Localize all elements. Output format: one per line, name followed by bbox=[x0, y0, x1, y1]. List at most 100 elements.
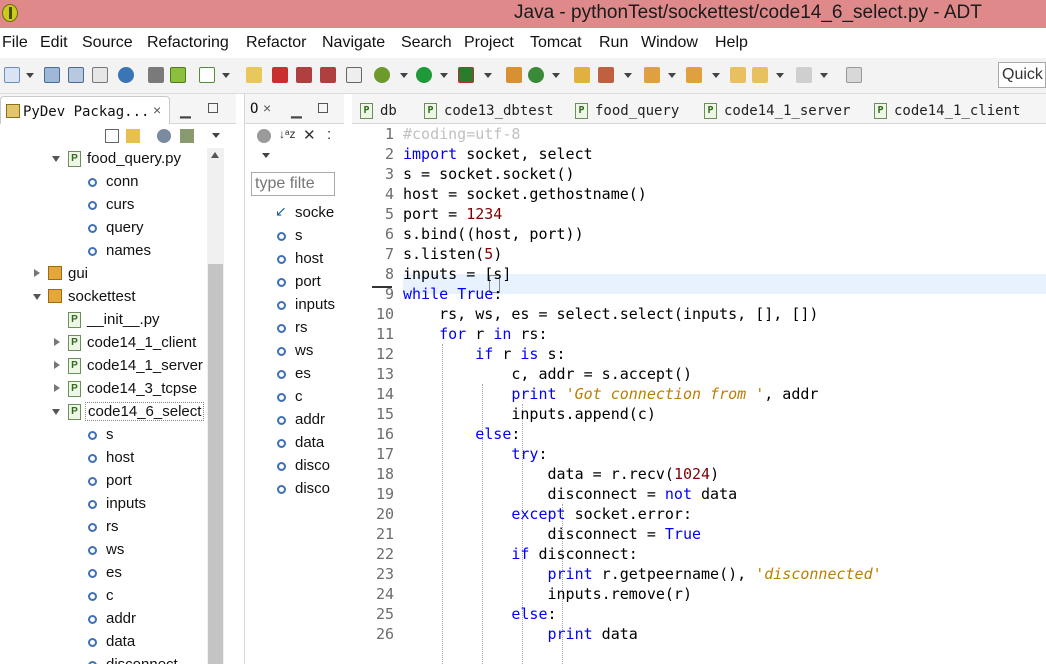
checkbox-tool-icon[interactable] bbox=[199, 67, 215, 83]
code-line[interactable]: print r.getpeername(), 'disconnected' bbox=[403, 564, 882, 584]
collapse-arrow-icon[interactable] bbox=[34, 269, 40, 277]
minimize-icon[interactable]: ▁ bbox=[291, 102, 302, 119]
tree-item[interactable]: port bbox=[0, 470, 206, 493]
code-line[interactable]: else: bbox=[403, 604, 556, 624]
save-icon[interactable] bbox=[44, 67, 60, 83]
outline-item[interactable]: disco bbox=[245, 455, 337, 478]
view-menu-icon[interactable] bbox=[212, 133, 220, 138]
back-dropdown-icon[interactable] bbox=[776, 73, 784, 78]
filters-icon[interactable] bbox=[157, 129, 171, 143]
menu-edit[interactable]: Edit bbox=[40, 34, 68, 52]
new-dropdown-icon[interactable] bbox=[26, 73, 34, 78]
run-dropdown-icon[interactable] bbox=[440, 73, 448, 78]
maximize-icon[interactable] bbox=[208, 103, 218, 113]
tree-item[interactable]: disconnect bbox=[0, 654, 206, 664]
tree-item[interactable]: names bbox=[0, 240, 206, 263]
refresh-icon[interactable] bbox=[528, 67, 544, 83]
tree-item[interactable]: es bbox=[0, 562, 206, 585]
tree-item-selected[interactable]: P code14_6_select bbox=[0, 401, 206, 424]
collapse-all-icon[interactable] bbox=[105, 129, 119, 143]
forward-dropdown-icon[interactable] bbox=[820, 73, 828, 78]
debug-icon[interactable] bbox=[374, 67, 390, 83]
close-icon[interactable]: × bbox=[263, 100, 271, 116]
maximize-icon[interactable] bbox=[318, 103, 328, 113]
prev-annotation-dropdown-icon[interactable] bbox=[712, 73, 720, 78]
collapse-arrow-icon[interactable] bbox=[54, 338, 60, 346]
next-annotation-icon[interactable] bbox=[644, 67, 660, 83]
code-line[interactable]: import socket, select bbox=[403, 144, 593, 164]
menu-help[interactable]: Help bbox=[715, 34, 748, 52]
download-icon[interactable] bbox=[148, 67, 164, 83]
outline-item[interactable]: host bbox=[245, 248, 337, 271]
menu-tomcat[interactable]: Tomcat bbox=[530, 34, 582, 52]
tree-item[interactable]: curs bbox=[0, 194, 206, 217]
quick-access-input[interactable]: Quick bbox=[998, 62, 1046, 88]
code-line[interactable]: rs, ws, es = select.select(inputs, [], [… bbox=[403, 304, 818, 324]
external-tools-icon[interactable] bbox=[458, 67, 474, 83]
tree-item[interactable]: P food_query.py bbox=[0, 148, 206, 171]
outline-view-menu-icon[interactable] bbox=[262, 153, 270, 158]
brush-dropdown-icon[interactable] bbox=[624, 73, 632, 78]
outline-item[interactable]: s bbox=[245, 225, 337, 248]
code-line[interactable]: c, addr = s.accept() bbox=[403, 364, 692, 384]
tree-item[interactable]: inputs bbox=[0, 493, 206, 516]
tree-item[interactable]: P __init__.py bbox=[0, 309, 206, 332]
debug-x2-icon[interactable] bbox=[296, 67, 312, 83]
outline-item[interactable]: data bbox=[245, 432, 337, 455]
code-line[interactable]: s.listen(5) bbox=[403, 244, 502, 264]
link-with-editor-icon[interactable] bbox=[126, 129, 140, 143]
forward-icon[interactable] bbox=[796, 67, 812, 83]
scrollbar-thumb[interactable] bbox=[208, 264, 223, 664]
eclipse-app-icon[interactable] bbox=[2, 4, 18, 22]
code-line[interactable]: #coding=utf-8 bbox=[403, 124, 520, 144]
code-line[interactable]: if disconnect: bbox=[403, 544, 637, 564]
tree-item[interactable]: sockettest bbox=[0, 286, 206, 309]
tree-item[interactable]: data bbox=[0, 631, 206, 654]
menu-run[interactable]: Run bbox=[599, 34, 628, 52]
tree-item[interactable]: query bbox=[0, 217, 206, 240]
code-line[interactable]: disconnect = not data bbox=[403, 484, 737, 504]
pen-icon[interactable] bbox=[346, 67, 362, 83]
debug-dropdown-icon[interactable] bbox=[400, 73, 408, 78]
grid-icon[interactable] bbox=[506, 67, 522, 83]
code-line[interactable]: port = 1234 bbox=[403, 204, 502, 224]
code-line[interactable]: inputs.remove(r) bbox=[403, 584, 692, 604]
tree-item[interactable]: conn bbox=[0, 171, 206, 194]
editor-tab[interactable]: P code14_1_server bbox=[704, 102, 854, 124]
minimize-icon[interactable]: ▁ bbox=[180, 102, 191, 119]
debug-x-icon[interactable] bbox=[272, 67, 288, 83]
outline-filter-input[interactable] bbox=[251, 172, 335, 196]
editor-tab[interactable]: P code13_dbtest bbox=[424, 102, 564, 124]
collapse-arrow-icon[interactable] bbox=[54, 384, 60, 392]
outline-tab-label[interactable]: O bbox=[250, 101, 258, 117]
code-line[interactable]: print 'Got connection from ', addr bbox=[403, 384, 818, 404]
code-line[interactable]: if r is s: bbox=[403, 344, 565, 364]
editor-tab[interactable]: P db bbox=[360, 102, 410, 124]
code-line[interactable]: s.bind((host, port)) bbox=[403, 224, 584, 244]
code-line[interactable]: print data bbox=[403, 624, 638, 644]
code-line[interactable]: s = socket.socket() bbox=[403, 164, 575, 184]
tree-item[interactable]: P code14_3_tcpse bbox=[0, 378, 206, 401]
sort-az-icon[interactable]: ↓ᵃz bbox=[279, 127, 295, 141]
menu-search[interactable]: Search bbox=[401, 34, 452, 52]
open-folder-icon[interactable] bbox=[574, 67, 590, 83]
pin-editor-icon[interactable] bbox=[846, 67, 862, 83]
hide-static-icon[interactable]: : bbox=[327, 126, 331, 143]
debug-x3-icon[interactable] bbox=[320, 67, 336, 83]
code-line[interactable]: data = r.recv(1024) bbox=[403, 464, 719, 484]
outline-item[interactable]: addr bbox=[245, 409, 337, 432]
code-line[interactable]: disconnect = True bbox=[403, 524, 701, 544]
package-explorer-scrollbar[interactable] bbox=[207, 148, 224, 664]
expand-arrow-icon[interactable] bbox=[33, 294, 41, 300]
outline-item[interactable]: rs bbox=[245, 317, 337, 340]
tree-item[interactable]: host bbox=[0, 447, 206, 470]
outline-item[interactable]: inputs bbox=[245, 294, 337, 317]
package-explorer-tab[interactable]: PyDev Packag... × bbox=[0, 96, 170, 124]
back-icon[interactable] bbox=[752, 67, 768, 83]
outline-item[interactable]: es bbox=[245, 363, 337, 386]
outline-item[interactable]: c bbox=[245, 386, 337, 409]
brush-icon[interactable] bbox=[598, 67, 614, 83]
menu-navigate[interactable]: Navigate bbox=[322, 34, 385, 52]
menu-source[interactable]: Source bbox=[82, 34, 133, 52]
hide-fields-icon[interactable] bbox=[257, 129, 271, 143]
